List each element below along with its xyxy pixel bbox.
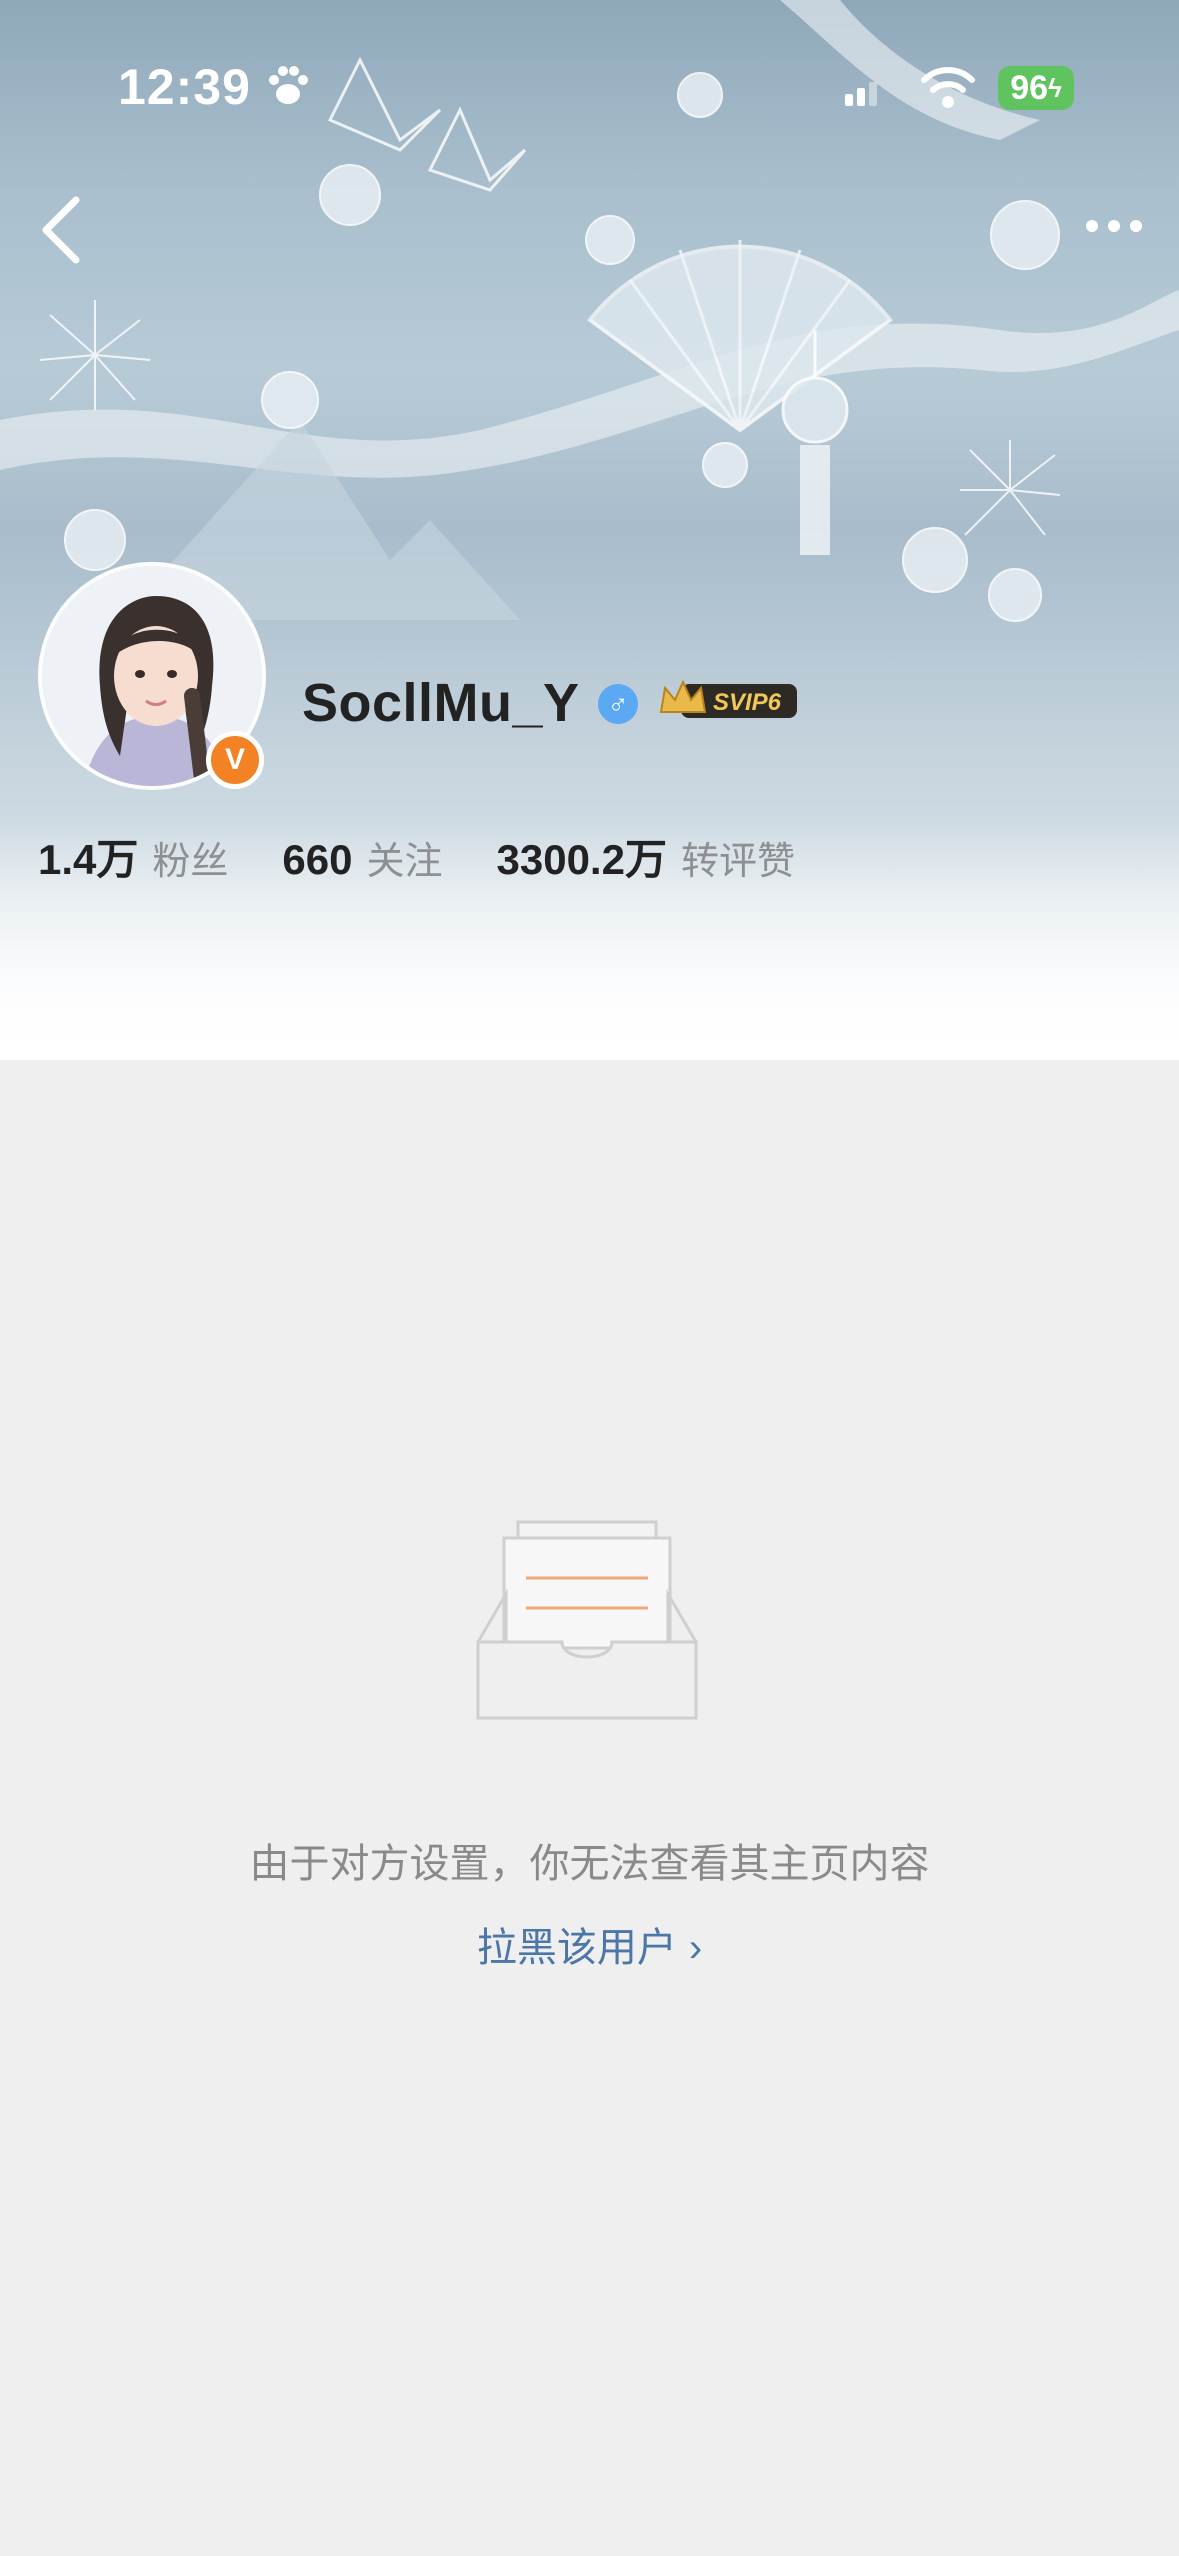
cellular-signal-icon bbox=[845, 82, 877, 106]
more-dot bbox=[1108, 220, 1120, 232]
svip-label: SVIP6 bbox=[713, 689, 782, 716]
crown-icon: SVIP6 bbox=[659, 679, 797, 718]
cover-illustration bbox=[0, 0, 1179, 1060]
more-dot bbox=[1086, 220, 1098, 232]
block-user-link[interactable]: 拉黑该用户 › bbox=[0, 1915, 1179, 1973]
stat-label: 粉丝 bbox=[152, 841, 229, 883]
stat-following[interactable]: 660 关注 bbox=[282, 830, 442, 885]
stat-value: 3300.2万 bbox=[496, 836, 667, 883]
charging-bolt-icon: ϟ bbox=[1048, 72, 1062, 103]
wifi-icon bbox=[921, 67, 975, 108]
chevron-right-icon: › bbox=[688, 1926, 703, 1970]
empty-state-message: 由于对方设置，你无法查看其主页内容 bbox=[249, 1842, 930, 1886]
stat-label: 关注 bbox=[366, 841, 443, 883]
empty-inbox-icon bbox=[476, 1520, 698, 1720]
verified-badge: V bbox=[206, 731, 264, 789]
svip-badge[interactable]: SVIP6 bbox=[655, 676, 801, 726]
block-user-label: 拉黑该用户 bbox=[476, 1926, 677, 1970]
stat-likes[interactable]: 3300.2万 转评赞 bbox=[497, 826, 795, 887]
stat-followers[interactable]: 1.4万 粉丝 bbox=[38, 826, 228, 887]
stat-label: 转评赞 bbox=[680, 841, 795, 883]
username: SocllMu_Y bbox=[302, 673, 580, 733]
paw-icon bbox=[269, 66, 308, 104]
battery-indicator: 96 ϟ bbox=[998, 66, 1074, 110]
back-button[interactable] bbox=[32, 190, 92, 270]
gender-male-icon: ♂ bbox=[598, 684, 638, 724]
battery-level: 96 bbox=[1010, 68, 1049, 107]
more-dot bbox=[1130, 220, 1142, 232]
profile-cover-banner: 12:39 96 ϟ V SocllMu_Y ♂ SVIP6 1.4万 粉丝 6… bbox=[0, 0, 1179, 1060]
more-options-button[interactable] bbox=[1064, 196, 1164, 256]
stat-value: 660 bbox=[282, 836, 353, 883]
stat-value: 1.4万 bbox=[38, 836, 139, 883]
status-time: 12:39 bbox=[118, 59, 251, 115]
profile-stats: 1.4万 粉丝 660 关注 3300.2万 转评赞 bbox=[38, 826, 849, 887]
profile-page: 12:39 96 ϟ V SocllMu_Y ♂ SVIP6 1.4万 粉丝 6… bbox=[0, 0, 1179, 2556]
